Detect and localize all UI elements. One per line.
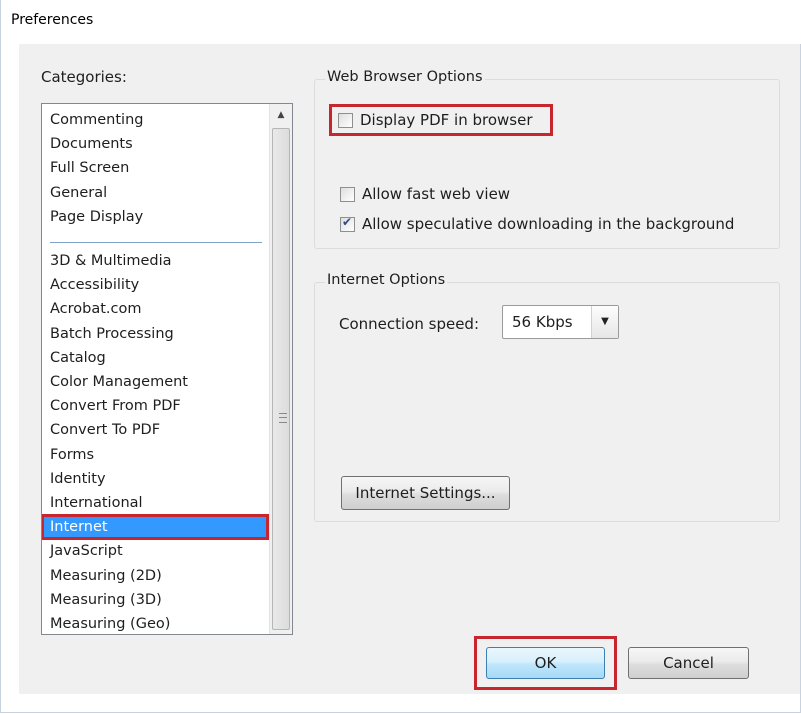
speculative-downloading-label: Allow speculative downloading in the bac…: [362, 215, 735, 233]
category-item-convert-from-pdf[interactable]: Convert From PDF: [42, 394, 268, 418]
category-item-acrobat-com[interactable]: Acrobat.com: [42, 297, 268, 321]
categories-label: Categories:: [41, 68, 127, 86]
category-item-catalog[interactable]: Catalog: [42, 346, 268, 370]
category-item-convert-to-pdf[interactable]: Convert To PDF: [42, 418, 268, 442]
category-item-documents[interactable]: Documents: [42, 132, 268, 156]
category-item-measuring-2d[interactable]: Measuring (2D): [42, 564, 268, 588]
category-item-3d-multimedia[interactable]: 3D & Multimedia: [42, 249, 268, 273]
category-item-commenting[interactable]: Commenting: [42, 108, 268, 132]
window-title: Preferences: [11, 12, 94, 28]
ok-button[interactable]: OK: [486, 647, 605, 679]
category-item-forms[interactable]: Forms: [42, 443, 268, 467]
display-pdf-checkbox-box[interactable]: [338, 112, 353, 128]
display-pdf-in-browser-checkbox[interactable]: Display PDF in browser: [338, 111, 533, 129]
cancel-button[interactable]: Cancel: [628, 647, 749, 679]
speculative-downloading-checkbox-box[interactable]: [340, 215, 355, 232]
connection-speed-value: 56 Kbps: [512, 313, 573, 331]
category-item-identity[interactable]: Identity: [42, 467, 268, 491]
category-item-measuring-3d[interactable]: Measuring (3D): [42, 588, 268, 612]
scrollbar-thumb[interactable]: [272, 128, 290, 630]
category-item-accessibility[interactable]: Accessibility: [42, 273, 268, 297]
web-browser-options-title: Web Browser Options: [325, 69, 485, 85]
internet-options-title: Internet Options: [325, 272, 448, 288]
category-item-batch-processing[interactable]: Batch Processing: [42, 322, 268, 346]
scroll-up-arrow-icon[interactable]: ▲: [270, 104, 292, 126]
allow-speculative-downloading-checkbox[interactable]: Allow speculative downloading in the bac…: [340, 215, 734, 233]
category-item-measuring-geo[interactable]: Measuring (Geo): [42, 612, 268, 634]
category-item-general[interactable]: General: [42, 181, 268, 205]
scrollbar-grip-icon: [279, 413, 287, 423]
internet-settings-button[interactable]: Internet Settings...: [341, 476, 510, 510]
display-pdf-label: Display PDF in browser: [360, 111, 533, 129]
connection-speed-select[interactable]: 56 Kbps ▼: [502, 305, 619, 339]
chevron-down-icon[interactable]: ▼: [591, 306, 618, 338]
category-item-javascript[interactable]: JavaScript: [42, 539, 268, 563]
connection-speed-label: Connection speed:: [339, 315, 480, 333]
fast-web-view-label: Allow fast web view: [362, 185, 511, 203]
category-item-page-display[interactable]: Page Display: [42, 205, 268, 229]
categories-separator: [50, 242, 262, 243]
categories-list[interactable]: Commenting Documents Full Screen General Pag…: [41, 103, 293, 635]
category-item-internet[interactable]: Internet: [42, 514, 269, 541]
category-item-full-screen[interactable]: Full Screen: [42, 156, 268, 180]
fast-web-view-checkbox-box[interactable]: [340, 186, 355, 202]
categories-scrollbar[interactable]: ▲: [269, 104, 292, 634]
title-bar[interactable]: Preferences: [1, 0, 801, 44]
category-item-color-management[interactable]: Color Management: [42, 370, 268, 394]
allow-fast-web-view-checkbox[interactable]: Allow fast web view: [340, 185, 510, 203]
category-item-international[interactable]: International: [42, 491, 268, 515]
